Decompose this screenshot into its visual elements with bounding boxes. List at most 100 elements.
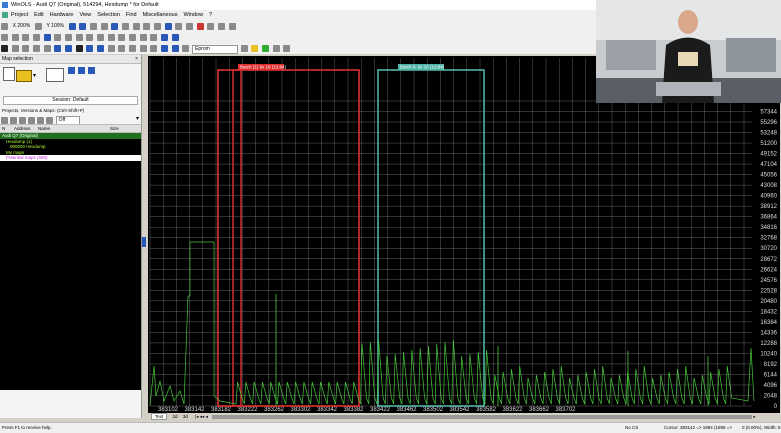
scroll-right-icon[interactable]: ▸	[753, 414, 755, 419]
new-icon[interactable]	[1, 23, 8, 30]
ruler-icon[interactable]	[139, 34, 147, 41]
find-icon[interactable]	[107, 45, 115, 52]
chevron-left-icon[interactable]	[161, 34, 169, 41]
copy-icon[interactable]	[97, 34, 105, 41]
checksum-icon[interactable]	[139, 45, 147, 52]
menu-project[interactable]: Project	[11, 12, 28, 18]
rows-icon[interactable]	[132, 23, 140, 30]
table-icon[interactable]	[129, 34, 137, 41]
grid-view-icon[interactable]	[68, 23, 76, 30]
tab-text[interactable]: Text	[151, 413, 168, 420]
select-col-icon[interactable]	[22, 34, 30, 41]
find-next-icon[interactable]	[118, 45, 126, 52]
chevron-right-icon[interactable]	[171, 34, 179, 41]
select-row-icon[interactable]	[11, 34, 19, 41]
engine-icon[interactable]	[46, 68, 64, 82]
splitter-collapse-icon[interactable]	[142, 237, 146, 247]
scroll-first-icon[interactable]: |◂	[195, 414, 198, 419]
arrow-left-icon[interactable]	[161, 45, 169, 52]
compare-icon[interactable]	[22, 45, 30, 52]
menu-view[interactable]: View	[79, 12, 91, 18]
filter-f-icon[interactable]	[46, 117, 53, 124]
lightbulb-icon[interactable]	[251, 45, 259, 52]
stop-icon[interactable]	[75, 45, 83, 52]
scroll-left-icon[interactable]: ◂	[206, 414, 208, 419]
chip-icon[interactable]	[182, 45, 190, 52]
zoom-x-dropdown-icon[interactable]	[34, 23, 42, 30]
columns-icon[interactable]	[121, 23, 129, 30]
filter-b-icon[interactable]	[10, 117, 17, 124]
print-icon[interactable]	[1, 45, 8, 52]
filter-a-icon[interactable]	[1, 117, 8, 124]
percent-icon[interactable]	[186, 23, 194, 30]
menu-find[interactable]: Find	[126, 12, 137, 18]
graph-view[interactable]: 5939257344552965324851200491524710445056…	[148, 56, 780, 413]
color-icon[interactable]	[43, 34, 51, 41]
tab-3d[interactable]: 3d	[183, 414, 188, 419]
scroll-prev-icon[interactable]: ◂◂	[200, 414, 205, 419]
zoom-x-value[interactable]: X 200%	[13, 21, 31, 32]
zoom-icon[interactable]	[240, 45, 248, 52]
crosshair-icon[interactable]	[207, 23, 215, 30]
col-size[interactable]: Size	[110, 125, 119, 132]
hex-view-icon[interactable]	[79, 23, 87, 30]
last-icon[interactable]	[97, 45, 105, 52]
map-icon[interactable]	[129, 45, 137, 52]
filter-c-icon[interactable]	[19, 117, 26, 124]
export-icon[interactable]	[43, 45, 51, 52]
options-icon[interactable]	[118, 34, 126, 41]
menu-app-icon[interactable]	[2, 11, 8, 18]
align-left-icon[interactable]	[89, 23, 97, 30]
folder-icon[interactable]	[88, 67, 95, 74]
import-icon[interactable]	[33, 45, 41, 52]
refresh-icon[interactable]	[86, 34, 94, 41]
sort-icon[interactable]	[218, 23, 226, 30]
redo-icon[interactable]	[75, 34, 83, 41]
col-address[interactable]: Address	[14, 125, 31, 132]
align-right-icon[interactable]	[111, 23, 119, 30]
star-icon[interactable]	[78, 67, 85, 74]
delete-icon[interactable]	[196, 23, 204, 30]
close-icon[interactable]: ×	[135, 55, 138, 63]
mark-icon[interactable]	[33, 34, 41, 41]
window-icon[interactable]	[150, 45, 158, 52]
eprom-select[interactable]: Eprom	[192, 45, 239, 54]
first-icon[interactable]	[54, 45, 62, 52]
zoom-y-value[interactable]: Y 100%	[47, 21, 64, 32]
list-icon[interactable]	[228, 23, 236, 30]
horizontal-scrollbar[interactable]	[212, 414, 753, 419]
signed-icon[interactable]	[164, 23, 172, 30]
chevron-down-icon[interactable]: ▾	[136, 115, 139, 122]
hex-graph[interactable]: 5939257344552965324851200491524710445056…	[148, 56, 780, 413]
new-project-icon[interactable]	[3, 67, 15, 81]
swap-bytes-icon[interactable]	[175, 23, 183, 30]
align-center-icon[interactable]	[100, 23, 108, 30]
menu-help[interactable]: ?	[209, 12, 212, 18]
next-icon[interactable]	[86, 45, 94, 52]
menu-hardware[interactable]: Hardware	[50, 12, 74, 18]
filter-d-icon[interactable]	[28, 117, 35, 124]
tab-2d[interactable]: 2d	[173, 414, 178, 419]
pin-icon[interactable]	[54, 34, 62, 41]
select-all-icon[interactable]	[1, 34, 8, 41]
col-name[interactable]: Name	[38, 125, 50, 132]
dropdown-icon[interactable]: ▾	[33, 72, 36, 79]
menu-miscellaneous[interactable]: Miscellaneous	[143, 12, 178, 18]
settings-icon[interactable]	[283, 45, 291, 52]
info-icon[interactable]	[272, 45, 280, 52]
target-icon[interactable]	[150, 34, 158, 41]
arrow-right-icon[interactable]	[171, 45, 179, 52]
home-icon[interactable]	[68, 67, 75, 74]
filter-e-icon[interactable]	[37, 117, 44, 124]
undo-icon[interactable]	[65, 34, 73, 41]
prev-icon[interactable]	[65, 45, 73, 52]
paste-icon[interactable]	[107, 34, 115, 41]
menu-selection[interactable]: Selection	[97, 12, 120, 18]
col-n[interactable]: N	[2, 125, 5, 132]
binary-icon[interactable]	[11, 45, 19, 52]
open-project-icon[interactable]	[16, 70, 32, 82]
tree-item-potential-maps[interactable]: Potential maps (590)	[0, 155, 141, 161]
session-button[interactable]: Session: Default	[3, 96, 138, 105]
hint-icon[interactable]	[262, 45, 270, 52]
menu-window[interactable]: Window	[183, 12, 203, 18]
